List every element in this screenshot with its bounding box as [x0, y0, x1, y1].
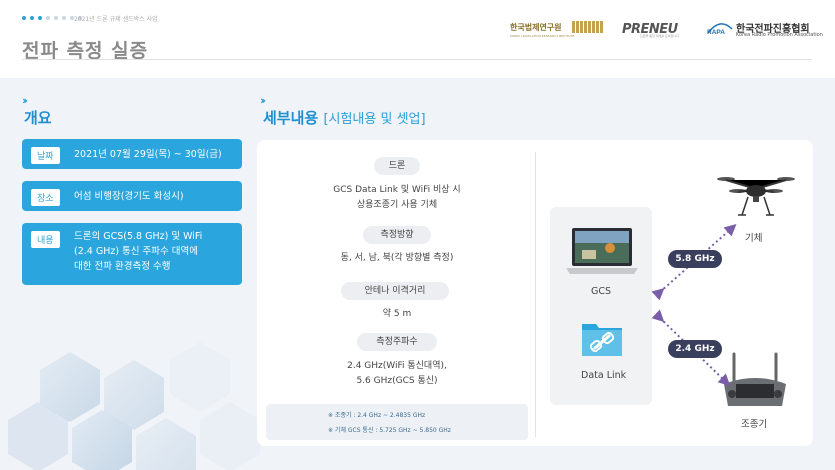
info-value-date: 2021년 07월 29일(목) ~ 30일(금) [74, 149, 222, 160]
info-box-date: 날짜 2021년 07월 29일(목) ~ 30일(금) [22, 139, 242, 169]
frequency-description: 2.4 GHz(WiFi 통신대역), 5.6 GHz(GCS 통신) [302, 359, 492, 389]
header-subtitle: 2021년 드론 규제 샌드박스 사업 [74, 16, 158, 23]
panel-divider [535, 152, 536, 437]
progress-dots [22, 16, 82, 20]
pill-antenna-distance: 안테나 이격거리 [341, 282, 449, 300]
data-link-icon [582, 324, 622, 356]
rapa-logo-subtext: Korea Radio Promotion Association [736, 32, 823, 38]
notes-box: ※ 조종기 : 2.4 GHz ~ 2.4835 GHz ※ 기체 GCS 통신… [266, 404, 528, 440]
info-value-content-line: 드론의 GCS(5.8 GHz) 및 WiFi [74, 231, 203, 242]
drone-description: GCS Data Link 및 WiFi 비상 시 상용조종기 사용 기체 [302, 183, 492, 213]
antenna-distance-value: 약 5 m [382, 309, 412, 319]
info-box-location: 장소 어섬 비행장(경기도 화성시) [22, 181, 242, 211]
laptop-icon [566, 228, 638, 274]
rapa-logo: RAPA 한국전파진흥협회 Korea Radio Promotion Asso… [706, 18, 823, 42]
controller-label: 조종기 [741, 419, 768, 430]
pill-drone: 드론 [374, 157, 420, 175]
info-value-content: 드론의 GCS(5.8 GHz) 및 WiFi (2.4 GHz) 통신 주파수… [74, 229, 202, 274]
kleri-logo-text: 한국법제연구원 [510, 23, 562, 32]
drone-description-line: 상용조종기 사용 기체 [356, 200, 438, 210]
details-title: 세부내용 [시험내용 및 셋업] [263, 107, 426, 128]
info-tag-date: 날짜 [31, 147, 60, 164]
overview-title: 개요 [24, 109, 52, 127]
drone-icon [717, 177, 795, 216]
hexagon-decoration [8, 342, 260, 470]
note-controller: ※ 조종기 : 2.4 GHz ~ 2.4835 GHz [328, 412, 426, 419]
info-box-content: 내용 드론의 GCS(5.8 GHz) 및 WiFi (2.4 GHz) 통신 … [22, 223, 242, 285]
details-chevron-icon: ›› [260, 94, 266, 107]
frequency-badge-2-4ghz: 2.4 GHz [668, 340, 722, 358]
frequency-badge-5-8ghz: 5.8 GHz [668, 250, 722, 268]
details-title-main: 세부내용 [263, 109, 319, 127]
pill-frequency: 측정주파수 [357, 333, 437, 351]
info-value-content-line: (2.4 GHz) 통신 주파수 대역에 [74, 246, 199, 257]
info-tag-content: 내용 [31, 231, 60, 248]
drone-description-line: GCS Data Link 및 WiFi 비상 시 [333, 185, 461, 195]
direction-description: 동, 서, 남, 북(각 방향별 측정) [340, 253, 454, 263]
title-divider [22, 59, 812, 60]
info-tag-location: 장소 [31, 189, 60, 206]
rapa-mark-icon: RAPA [707, 23, 733, 36]
kleri-logo: 한국법제연구원 KOREA LEGISLATION RESEARCH INSTI… [510, 19, 603, 41]
info-value-content-line: 대한 전파 환경측정 수행 [74, 261, 171, 272]
drone-label: 기체 [745, 233, 763, 244]
gcs-label: GCS [591, 286, 612, 297]
kleri-logo-subtext: KOREA LEGISLATION RESEARCH INSTITUTE [510, 34, 575, 38]
rapa-mark-text: RAPA [707, 29, 725, 36]
frequency-description-line: 5.6 GHz(GCS 통신) [356, 376, 438, 386]
preneu-logo: PRENEU 드론을 통한 미래를 준비합니다 [622, 18, 688, 40]
overview-chevron-icon: ›› [22, 94, 28, 107]
link-arrows [651, 224, 737, 387]
preneu-logo-tagline: 드론을 통한 미래를 준비합니다 [640, 34, 679, 38]
data-link-label: Data Link [581, 370, 627, 381]
info-value-location: 어섬 비행장(경기도 화성시) [74, 191, 184, 202]
pill-direction: 측정방향 [363, 226, 431, 244]
note-gcs: ※ 기체 GCS 통신 : 5.725 GHz ~ 5.850 GHz [328, 427, 451, 434]
page-header: 2021년 드론 규제 샌드박스 사업 전파 측정 실증 한국법제연구원 KOR… [0, 0, 835, 78]
details-title-bracket: [시험내용 및 셋업] [323, 112, 426, 127]
frequency-description-line: 2.4 GHz(WiFi 통신대역), [347, 361, 447, 371]
